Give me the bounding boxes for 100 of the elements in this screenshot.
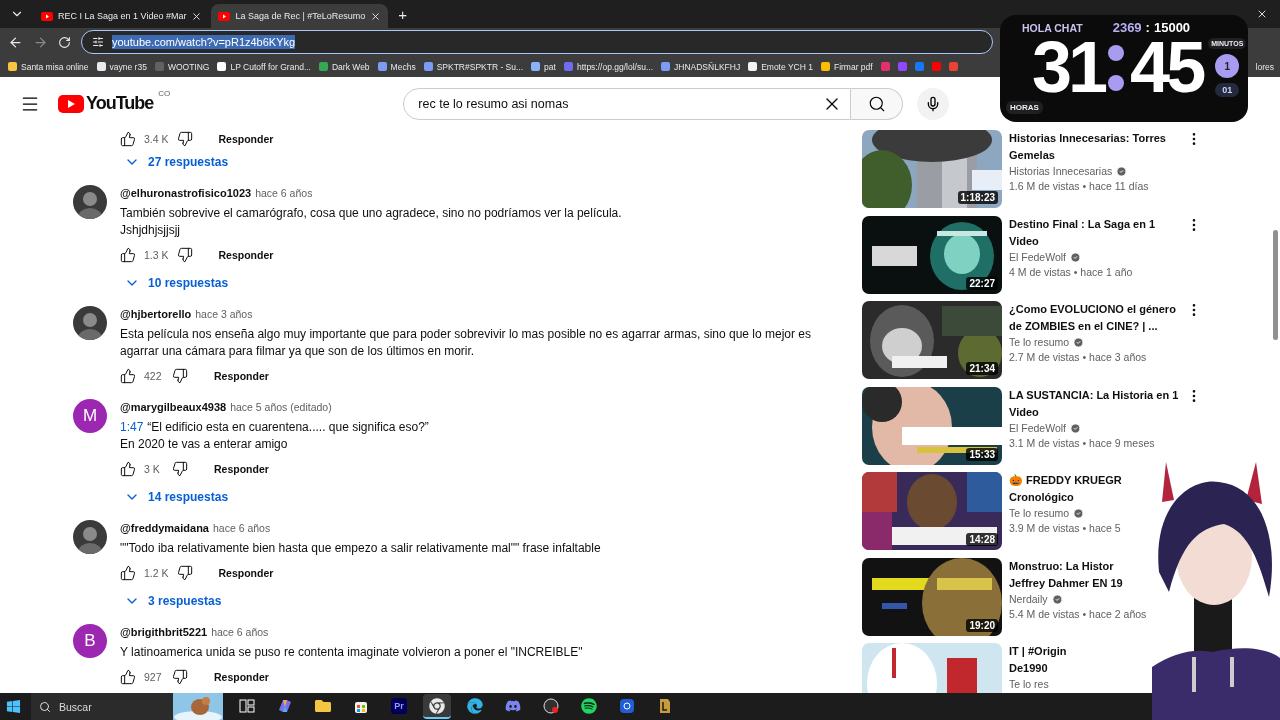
bookmark[interactable]: pat [544, 61, 556, 72]
avatar[interactable]: B [73, 624, 107, 658]
like-count: 422 [144, 370, 163, 382]
close-window-icon[interactable] [1256, 8, 1268, 20]
bookmark[interactable]: JHNADSÑLKFHJ [674, 61, 741, 72]
like-count: 1.3 K [144, 249, 169, 261]
bookmark[interactable]: SPKTR#SPKTR - Su... [436, 61, 524, 72]
comment-author[interactable]: @hjbertorello [120, 308, 192, 320]
like-icon[interactable] [120, 131, 136, 147]
bookmark[interactable]: https://op.gg/lol/su... [576, 61, 653, 72]
avatar[interactable] [73, 306, 107, 340]
replies-button[interactable]: 3 respuestas [120, 587, 226, 615]
mic-button[interactable] [917, 87, 950, 120]
replies-button[interactable]: 14 respuestas [120, 483, 233, 511]
goal-total: 15000 [1153, 20, 1191, 35]
bookmark[interactable]: Emote YCH 1 [761, 61, 813, 72]
dislike-icon[interactable] [176, 247, 193, 263]
reply-button[interactable]: Responder [208, 131, 284, 147]
video-title[interactable]: De1990 [1009, 660, 1048, 677]
video-title[interactable]: IT | #Origin [1009, 643, 1067, 660]
site-icon[interactable] [96, 62, 106, 71]
comment-age: hace 5 años (editado) [230, 401, 332, 413]
video-meta: 3.1 M de vistas • hace 9 meses [1009, 435, 1155, 451]
youtube-icon [41, 11, 53, 21]
premiere-icon[interactable]: Pr [391, 697, 407, 714]
like-icon[interactable] [120, 368, 136, 384]
avatar[interactable] [73, 185, 107, 219]
copilot-icon [277, 697, 293, 714]
start-icon[interactable] [6, 699, 21, 714]
video-title[interactable]: ¿Como EVOLUCIONO el género de ZOMBIES en el CINE? | ... [1009, 301, 1179, 335]
site-icon[interactable] [820, 62, 830, 71]
channel-name[interactable]: El FedeWolf [1009, 420, 1066, 436]
comment-author[interactable]: @marygilbeaux4938 [120, 401, 227, 413]
bookmark[interactable]: lores [1255, 61, 1274, 72]
bookmark[interactable]: Dark Web [331, 61, 370, 72]
avatar[interactable] [73, 520, 107, 554]
video-meta: 1.6 M de vistas • hace 11 días [1009, 179, 1149, 194]
site-icon[interactable] [217, 62, 227, 71]
reply-button[interactable]: Responder [204, 669, 279, 685]
comment-author[interactable]: @freddymaidana [120, 522, 209, 534]
video-title[interactable]: LA SUSTANCIA: La Historia en 1 Video [1009, 386, 1179, 421]
back-icon[interactable] [8, 34, 23, 50]
logo-text[interactable]: YouTube [86, 93, 154, 114]
bookmark[interactable]: Firmar pdf [833, 61, 873, 72]
like-icon[interactable] [120, 565, 136, 581]
dislike-icon[interactable] [172, 669, 188, 685]
like-icon[interactable] [120, 461, 136, 477]
video-title[interactable]: Historias Innecesarias: Torres Gemelas [1009, 130, 1179, 164]
address-field[interactable]: youtube.com/watch?v=pR1z4b6KYkg [81, 30, 993, 54]
channel-name[interactable]: Historias Innecesarias [1009, 164, 1113, 179]
bookmark[interactable]: vayne r35 [109, 61, 147, 72]
avatar[interactable]: M [73, 399, 107, 433]
video-title[interactable]: Cronológico [1009, 489, 1074, 506]
reply-button[interactable]: Responder [204, 368, 279, 384]
browser-tab[interactable]: La Saga de Rec | #TeLoResumo [211, 4, 389, 28]
comment-author[interactable]: @brigithbrit5221 [120, 626, 208, 638]
reply-button[interactable]: Responder [208, 565, 284, 581]
bookmark[interactable]: Santa misa online [21, 61, 89, 72]
dislike-icon[interactable] [172, 368, 188, 384]
video-title[interactable]: Monstruo: La Histor [1009, 557, 1114, 575]
browser-tab[interactable]: REC I La Saga en 1 Video #Mar [34, 4, 210, 28]
channel-name[interactable]: Te lo res [1009, 677, 1049, 692]
comment-text: En 2020 te vas a enterar amigo [120, 436, 289, 453]
site-icon[interactable] [748, 62, 758, 71]
like-icon[interactable] [120, 669, 136, 685]
channel-name[interactable]: El FedeWolf [1009, 249, 1066, 265]
video-title[interactable]: Destino Final : La Saga en 1 Video [1009, 215, 1179, 250]
bookmark[interactable]: WOOTING [167, 61, 210, 72]
forward-icon[interactable] [33, 34, 48, 50]
like-icon[interactable] [120, 247, 136, 263]
channel-name[interactable]: Nerdaily [1009, 591, 1048, 607]
dislike-icon[interactable] [172, 461, 188, 477]
search-button[interactable] [851, 87, 904, 120]
site-settings-icon [92, 36, 104, 48]
comment-age: hace 6 años [213, 522, 271, 534]
comment-author[interactable]: @elhuronastrofisico1023 [120, 187, 252, 199]
channel-name[interactable]: Te lo resumo [1009, 506, 1070, 521]
search-icon [867, 94, 886, 113]
replies-button[interactable]: 27 respuestas [120, 148, 233, 176]
reply-button[interactable]: Responder [204, 461, 279, 477]
comment-text: También sobrevive el camarógrafo, cosa que uno agradece, sino no podríamos ver la película. [120, 205, 623, 222]
shield-icon [657, 697, 673, 714]
timestamp-link[interactable]: 1:47 [120, 419, 144, 436]
site-icon[interactable] [531, 62, 541, 71]
duration-badge: 21:34 [966, 362, 998, 375]
bookmark[interactable]: Mechs [390, 61, 416, 72]
taskbar-app[interactable]: Pr [385, 694, 413, 719]
replies-button[interactable]: 10 respuestas [120, 269, 233, 297]
taskbar-app[interactable] [423, 694, 451, 719]
video-title[interactable]: 🎃 FREDDY KRUEGR [1009, 472, 1122, 489]
taskbar-search-field[interactable]: Buscar [31, 693, 223, 720]
scrollbar-thumb[interactable] [1272, 230, 1278, 340]
new-tab-button[interactable]: + [390, 5, 416, 23]
channel-name[interactable]: Te lo resumo [1009, 335, 1070, 350]
reply-button[interactable]: Responder [208, 247, 284, 263]
bookmark[interactable]: LP Cutoff for Grand... [230, 61, 311, 72]
dislike-icon[interactable] [176, 565, 193, 581]
reload-icon[interactable] [58, 35, 71, 49]
dislike-icon[interactable] [176, 131, 193, 147]
video-title[interactable]: Jeffrey Dahmer EN 19 [1009, 574, 1123, 592]
